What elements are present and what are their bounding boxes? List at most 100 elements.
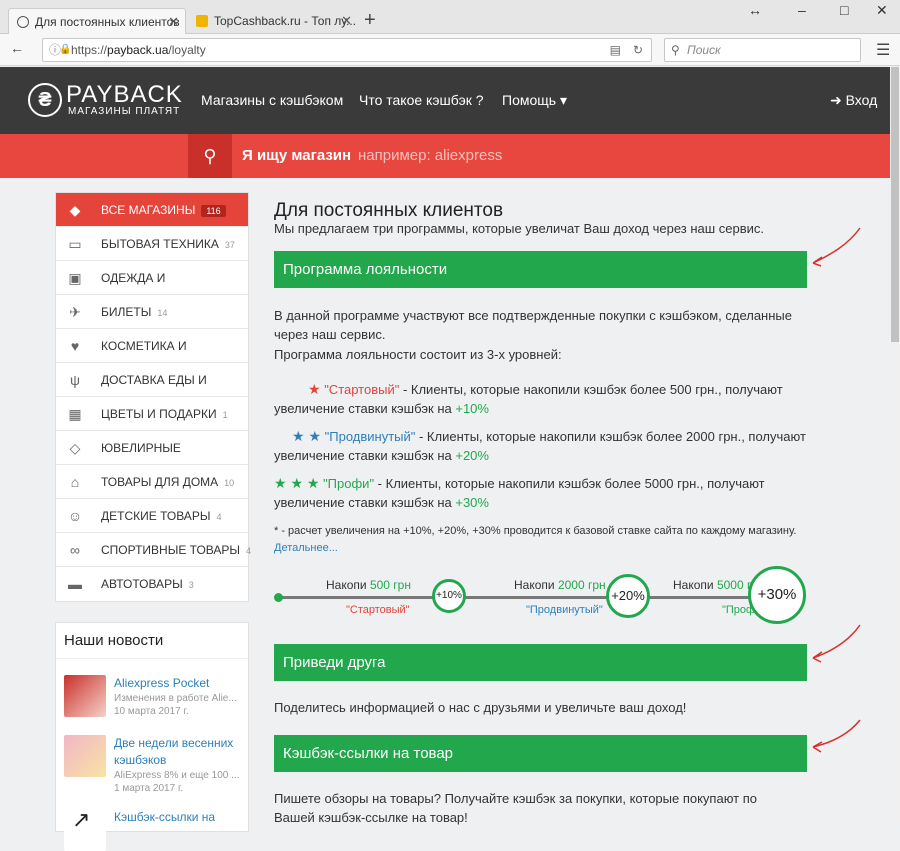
loyalty-program-heading[interactable]: Программа лояльности	[274, 251, 807, 288]
level2-threshold: Накопи 2000 грн	[514, 578, 606, 592]
star-icon: ★ ★ ★	[274, 475, 320, 491]
close-tab-icon[interactable]: ✕	[341, 8, 352, 34]
logo-tagline: МАГАЗИНЫ ПЛАТЯТ	[68, 106, 181, 117]
link-icon: ↗	[72, 807, 91, 832]
news-item-title[interactable]: Aliexpress Pocket	[114, 675, 244, 692]
note-text: * - расчет увеличения на +10%, +20%, +30…	[274, 525, 797, 537]
logo-mark-icon: ₴	[28, 83, 62, 117]
reader-view-icon[interactable]: ▤	[610, 39, 621, 61]
refer-friend-heading[interactable]: Приведи друга	[274, 644, 807, 681]
close-tab-icon[interactable]: ✕	[168, 9, 179, 34]
threshold-amount: 2000 грн	[557, 578, 606, 592]
login-link[interactable]: ➜ Вход	[830, 92, 877, 109]
lock-favicon	[196, 15, 208, 27]
sidebar-item-all-stores[interactable]: ◆ ВСЕ МАГАЗИНЫ 116	[56, 193, 248, 227]
news-item-title[interactable]: Две недели весенних кэшбэков	[114, 735, 244, 769]
sidebar-item-home-goods[interactable]: ⌂ ТОВАРЫ ДЛЯ ДОМА 10	[56, 465, 248, 499]
store-search-label: Я ищу магазин	[242, 147, 352, 164]
back-arrow-icon[interactable]: ←	[10, 40, 24, 56]
url-host: payback.ua	[107, 43, 169, 57]
new-tab-button[interactable]: +	[364, 9, 376, 32]
red-annotation-arrow	[812, 624, 861, 663]
threshold-prefix: Накопи	[514, 578, 558, 592]
level3-circle: +30%	[748, 566, 806, 624]
browser-nav-bar: ← ⓘ 🔒 https://payback.ua/loyalty ▤ ↻ ⚲ П…	[0, 34, 900, 66]
level1-threshold: Накопи 500 грн	[326, 578, 411, 592]
category-sidebar: ◆ ВСЕ МАГАЗИНЫ 116 ▭ БЫТОВАЯ ТЕХНИКА 37 ▣ ОДЕ…	[55, 192, 252, 602]
level-rate: +30%	[455, 495, 489, 510]
category-label: АВТОТОВАРЫ	[101, 577, 183, 591]
loyalty-note: * - расчет увеличения на +10%, +20%, +30…	[274, 523, 814, 557]
track-start-dot	[274, 593, 283, 602]
news-item-date: 10 марта 2017 г.	[114, 706, 189, 717]
sidebar-item-food-delivery[interactable]: ψ ДОСТАВКА ЕДЫ И	[56, 363, 248, 397]
close-window-button[interactable]: ✕	[876, 2, 888, 19]
news-thumbnail: ↗	[64, 807, 106, 851]
maximize-button[interactable]: □	[840, 2, 848, 18]
cashback-links-heading[interactable]: Кэшбэк-ссылки на товар	[274, 735, 807, 772]
store-search-input[interactable]: например: aliexpress	[358, 147, 502, 164]
tag-icon: ◆	[69, 202, 81, 218]
level-name: "Стартовый"	[324, 382, 400, 397]
payback-favicon	[17, 16, 29, 28]
sidebar-item-cosmetics[interactable]: ♥ КОСМЕТИКА И	[56, 329, 248, 363]
news-widget: Наши новости Aliexpress Pocket Изменения…	[55, 622, 249, 851]
tab-title: Для постоянных клиентов	[35, 15, 180, 29]
gift-icon: ▦	[68, 406, 82, 422]
menu-stores[interactable]: Магазины с кэшбэком	[201, 92, 343, 108]
category-label: СПОРТИВНЫЕ ТОВАРЫ	[101, 543, 241, 557]
restore-icon[interactable]: ↔	[748, 2, 762, 18]
category-count: 116	[201, 205, 226, 217]
red-annotation-arrow	[812, 719, 861, 753]
car-icon: ▬	[68, 576, 82, 592]
search-button[interactable]: ⚲	[188, 134, 232, 178]
threshold-prefix: Накопи	[673, 578, 717, 592]
plane-icon: ✈	[69, 304, 81, 320]
category-count: 1	[222, 410, 228, 420]
track-line	[278, 596, 798, 599]
level1-name: "Стартовый"	[346, 604, 410, 616]
category-label: ВСЕ МАГАЗИНЫ	[101, 203, 196, 217]
tab-topcashback[interactable]: TopCashback.ru - Топ лу... ✕	[188, 8, 358, 34]
address-bar[interactable]: ⓘ 🔒 https://payback.ua/loyalty ▤ ↻	[42, 38, 652, 62]
category-count: 14	[157, 308, 168, 318]
sidebar-item-flowers-gifts[interactable]: ▦ ЦВЕТЫ И ПОДАРКИ 1	[56, 397, 248, 431]
tab-loyalty[interactable]: Для постоянных клиентов ✕	[8, 8, 186, 34]
sidebar-item-sports[interactable]: ∞ СПОРТИВНЫЕ ТОВАРЫ 4	[56, 533, 252, 567]
refer-friend-text: Поделитесь информацией о нас с друзьями …	[274, 700, 687, 715]
page-scrollbar[interactable]	[890, 67, 900, 824]
news-item-date: 1 марта 2017 г.	[114, 783, 184, 794]
hamburger-menu-icon[interactable]: ☰	[876, 40, 890, 60]
home-icon: ⌂	[70, 474, 80, 490]
monitor-icon: ▭	[68, 236, 82, 252]
sidebar-item-auto[interactable]: ▬ АВТОТОВАРЫ 3	[56, 567, 248, 601]
sidebar-item-appliances[interactable]: ▭ БЫТОВАЯ ТЕХНИКА 37	[56, 227, 248, 261]
search-icon: ⚲	[203, 146, 217, 166]
sidebar-item-clothing[interactable]: ▣ ОДЕЖДА И	[56, 261, 248, 295]
category-count: 4	[246, 546, 252, 556]
category-count: 4	[216, 512, 222, 522]
sidebar-item-tickets[interactable]: ✈ БИЛЕТЫ 14	[56, 295, 248, 329]
details-link[interactable]: Детальнее...	[274, 542, 338, 554]
category-count: 37	[224, 240, 235, 250]
lock-icon: 🔒	[59, 44, 72, 55]
threshold-amount: 500 грн	[369, 578, 411, 592]
diamond-icon: ◇	[69, 440, 81, 456]
reload-icon[interactable]: ↻	[633, 39, 643, 61]
star-icon: ★	[308, 381, 321, 397]
sidebar-item-kids[interactable]: ☺ ДЕТСКИЕ ТОВАРЫ 4	[56, 499, 248, 533]
browser-search-input[interactable]: ⚲ Поиск	[664, 38, 861, 62]
sidebar-item-jewelry[interactable]: ◇ ЮВЕЛИРНЫЕ	[56, 431, 248, 465]
level-pro: ★ ★ ★ "Профи" - Клиенты, которые накопил…	[274, 474, 814, 512]
minimize-button[interactable]: –	[798, 2, 806, 18]
loyalty-description: В данной программе участвуют все подтвер…	[274, 308, 792, 342]
news-item-title[interactable]: Кэшбэк-ссылки на	[114, 809, 244, 826]
menu-help[interactable]: Помощь ▾	[502, 92, 567, 109]
category-label: ТОВАРЫ ДЛЯ ДОМА	[101, 475, 219, 489]
news-thumbnail	[64, 675, 106, 717]
star-icon: ★ ★	[292, 428, 321, 444]
level-rate: +10%	[455, 401, 489, 416]
category-label: БЫТОВАЯ ТЕХНИКА	[101, 237, 219, 251]
menu-what-is-cashback[interactable]: Что такое кэшбэк ?	[359, 92, 484, 108]
scrollbar-thumb[interactable]	[891, 67, 899, 342]
